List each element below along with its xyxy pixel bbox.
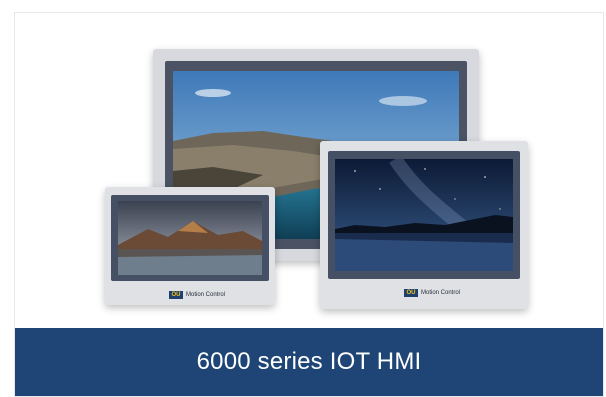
brand-logo-icon: OU: [169, 291, 183, 299]
brand-logo-icon: OU: [404, 289, 418, 297]
hmi-small-screen: [118, 201, 262, 275]
brand-text: Motion Control: [186, 292, 226, 298]
hmi-small-bezel: [111, 195, 269, 281]
hmi-small-brand: OU Motion Control: [169, 291, 225, 299]
brand-text: Motion Control: [421, 290, 461, 296]
hmi-medium-bezel: [328, 151, 520, 279]
hmi-medium-panel: OU Motion Control: [320, 141, 528, 309]
hmi-medium-screen: [335, 159, 513, 271]
hmi-medium-brand: OU Motion Control: [404, 289, 460, 297]
product-card[interactable]: OU Motion Control OU Motion Control 6000…: [14, 12, 604, 397]
hmi-small-panel: OU Motion Control: [105, 187, 275, 305]
product-title: 6000 series IOT HMI: [196, 348, 422, 375]
product-title-bar[interactable]: 6000 series IOT HMI: [15, 328, 603, 396]
product-image[interactable]: OU Motion Control OU Motion Control: [15, 13, 603, 329]
